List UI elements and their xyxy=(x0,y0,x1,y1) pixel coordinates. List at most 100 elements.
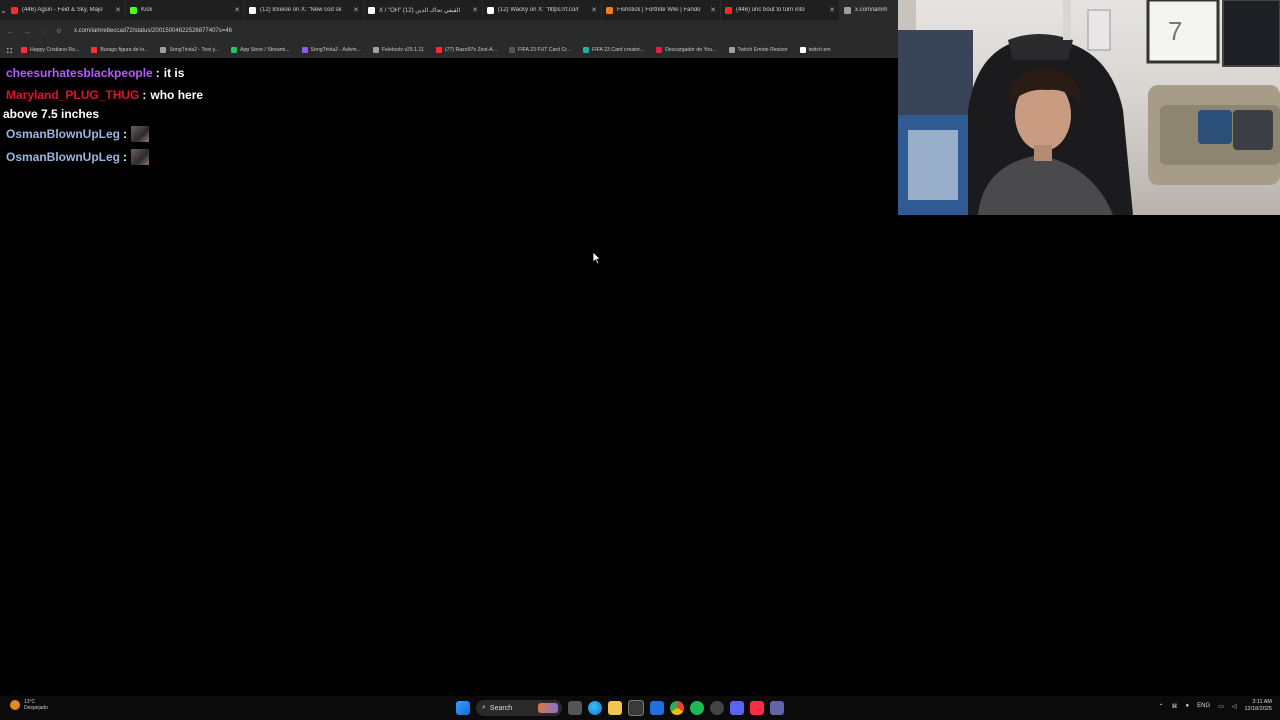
tab-search-icon[interactable]: ⌄ xyxy=(0,0,7,20)
bookmark-favicon-icon xyxy=(583,47,589,53)
close-tab-icon[interactable]: ✕ xyxy=(829,6,835,14)
bookmark-favicon-icon xyxy=(728,47,735,53)
close-tab-icon[interactable]: ✕ xyxy=(353,6,359,14)
search-icon: ⌕ xyxy=(482,704,486,711)
chat-username: Maryland_PLUG_THUG xyxy=(6,88,140,102)
bookmark-label: FIFA 23 FUT Card Cr... xyxy=(518,47,571,53)
bookmark-favicon-icon xyxy=(799,47,806,53)
webcam-scene: 7 xyxy=(898,0,1280,215)
close-tab-icon[interactable]: ✕ xyxy=(115,6,121,14)
bookmark-favicon-icon xyxy=(509,47,516,53)
tab-bar: ⌄ (446) Agsin - Feid & Sky, Majo ✕ Kick ✕ (1… xyxy=(0,0,900,20)
apps-icon[interactable] xyxy=(6,46,13,54)
bookmark-item[interactable]: Twitch Emote Resizer xyxy=(728,47,788,53)
bookmark-label: twitch em xyxy=(808,47,831,53)
teams-icon[interactable] xyxy=(770,701,784,715)
bookmark-label: (77) Razo97s Zest-A... xyxy=(444,47,498,53)
taskbar-search[interactable]: ⌕ Search xyxy=(476,700,562,716)
tab-title: (12) 8Seloe on X: "New cod sk xyxy=(260,7,342,13)
language-indicator[interactable]: ENG xyxy=(1197,703,1210,709)
tab-title: Kick xyxy=(141,7,153,13)
weather-widget[interactable]: 13°C Despejado xyxy=(10,699,48,711)
chat-separator: : xyxy=(142,88,147,102)
bookmark-item[interactable]: SongTrivia2 - Test y... xyxy=(160,47,219,53)
obs-icon[interactable] xyxy=(710,701,724,715)
close-tab-icon[interactable]: ✕ xyxy=(472,6,478,14)
bookmark-favicon-icon xyxy=(230,47,237,53)
discord-icon[interactable] xyxy=(730,701,744,715)
x-icon xyxy=(368,6,375,14)
close-tab-icon[interactable]: ✕ xyxy=(591,6,597,14)
chat-message: Maryland_PLUG_THUG : who here xyxy=(6,88,203,102)
loading-icon[interactable]: ◌ xyxy=(38,27,48,36)
network-icon[interactable]: ⌘ xyxy=(1172,703,1178,710)
windows-start-icon[interactable] xyxy=(456,701,470,715)
spotify-icon[interactable] xyxy=(690,701,704,715)
x-icon xyxy=(249,6,256,14)
clock[interactable]: 3:11 AM 12/18/2025 xyxy=(1244,699,1272,713)
browser-tab[interactable]: Kick ✕ xyxy=(126,0,245,20)
chat-message: OsmanBlownUpLeg : xyxy=(6,126,150,142)
tab-title: X / "OH" (12) القيفي تجاك الدين xyxy=(379,7,461,14)
search-highlight-icon xyxy=(538,703,558,713)
x-icon xyxy=(487,6,494,14)
tab-title: (446) unc bout to turn into xyxy=(736,7,805,13)
bookmark-item[interactable]: Happy Cristiano Ro... xyxy=(21,47,79,53)
volume-icon[interactable]: ◁ xyxy=(1232,703,1237,710)
youtube-icon xyxy=(11,6,18,14)
bookmark-label: Feletools v25.1.11 xyxy=(381,47,424,53)
close-tab-icon[interactable]: ✕ xyxy=(710,6,716,14)
bookmark-item[interactable]: Descargador de You... xyxy=(656,47,717,53)
browser-tab[interactable]: (446) unc bout to turn into ✕ xyxy=(721,0,840,20)
browser-tab[interactable]: x.com/iamm xyxy=(840,0,900,20)
chat-username: OsmanBlownUpLeg xyxy=(6,150,121,164)
bookmark-item[interactable]: FIFA 23 Card creator... xyxy=(583,47,644,53)
chat-username: cheesurhatesblackpeople xyxy=(6,66,153,80)
display-icon[interactable]: ▭ xyxy=(1218,703,1224,710)
chat-text: who here xyxy=(150,88,204,102)
back-icon[interactable]: ← xyxy=(6,27,16,36)
bookmark-favicon-icon xyxy=(301,47,308,53)
bookmark-label: SongTrivia2 - Test y... xyxy=(169,47,219,53)
browser-tab[interactable]: Fishstick | Fortnite Wiki | Fando ✕ xyxy=(602,0,721,20)
browser-tab[interactable]: (12) Wacky on X: "https://t.co/r ✕ xyxy=(483,0,602,20)
bookmark-item[interactable]: SongTrivia2 - Adivin... xyxy=(301,47,361,53)
tab-title: Fishstick | Fortnite Wiki | Fando xyxy=(617,7,701,13)
file-explorer-icon[interactable] xyxy=(608,701,622,715)
browser-tab[interactable]: (12) 8Seloe on X: "New cod sk ✕ xyxy=(245,0,364,20)
search-label: Search xyxy=(489,704,513,712)
microsoft-store-icon[interactable] xyxy=(628,700,644,716)
bookmark-item[interactable]: (77) Razo97s Zest-A... xyxy=(435,47,498,53)
bookmark-favicon-icon xyxy=(435,47,442,53)
bookmark-item[interactable]: App Store / Streami... xyxy=(230,47,290,53)
chat-separator: : xyxy=(123,150,128,164)
chat-text: above 7.5 inches xyxy=(3,107,100,121)
chat-separator: : xyxy=(155,66,160,80)
task-view-icon[interactable] xyxy=(568,701,582,715)
svg-text:7: 7 xyxy=(1168,16,1182,46)
bookmark-favicon-icon xyxy=(21,47,27,53)
url-field[interactable]: x.com/iamrebeccad72/status/2001500462252… xyxy=(74,28,232,34)
forward-icon[interactable]: → xyxy=(22,27,32,36)
mic-icon[interactable]: ● xyxy=(1186,703,1190,709)
mail-icon[interactable] xyxy=(650,701,664,715)
bookmark-label: App Store / Streami... xyxy=(239,47,290,53)
edge-icon[interactable] xyxy=(588,701,602,715)
chat-separator: : xyxy=(123,127,128,141)
tab-title: x.com/iamm xyxy=(855,7,888,13)
bookmark-favicon-icon xyxy=(656,47,663,53)
browser-tab[interactable]: (446) Agsin - Feid & Sky, Majo ✕ xyxy=(7,0,126,20)
kick-icon xyxy=(130,6,137,14)
bookmark-item[interactable]: Feletools v25.1.11 xyxy=(372,47,424,53)
bookmark-item[interactable]: Burago figura de lo... xyxy=(91,47,148,53)
music-icon[interactable] xyxy=(750,701,764,715)
bookmark-item[interactable]: FIFA 23 FUT Card Cr... xyxy=(509,47,571,53)
site-info-icon[interactable]: ⚙ xyxy=(54,28,64,35)
browser-tab[interactable]: X / "OH" (12) القيفي تجاك الدين ✕ xyxy=(364,0,483,20)
mouse-cursor-icon xyxy=(592,251,602,265)
close-tab-icon[interactable]: ✕ xyxy=(234,6,240,14)
bookmark-label: Twitch Emote Resizer xyxy=(737,47,788,53)
chevron-up-icon[interactable]: ⌃ xyxy=(1159,703,1164,710)
chrome-icon[interactable] xyxy=(670,701,684,715)
bookmark-item[interactable]: twitch em xyxy=(799,47,831,53)
